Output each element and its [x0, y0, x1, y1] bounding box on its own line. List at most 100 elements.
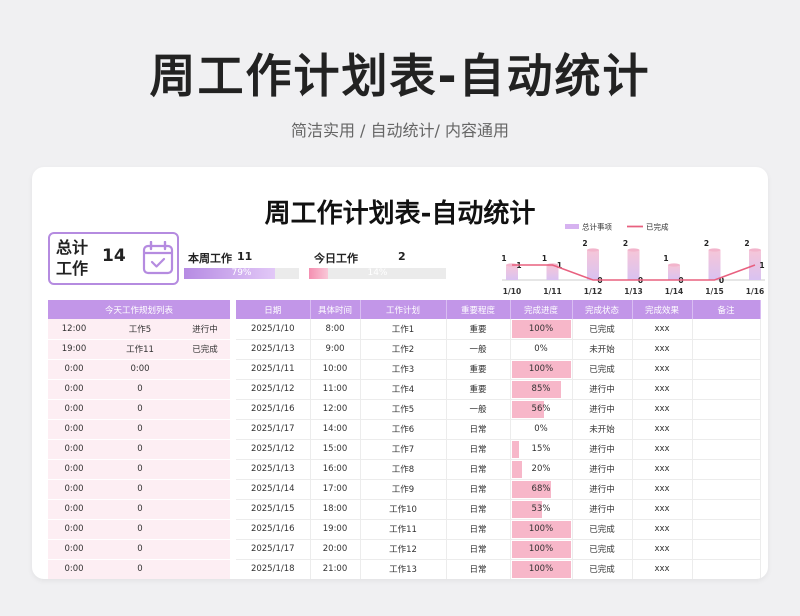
chart-tick-label: 1/10 [503, 287, 521, 296]
effect-cell: xxx [632, 359, 693, 380]
progress-cell: 0% [510, 419, 573, 440]
chart-bar-label: 1 [501, 254, 506, 263]
effect-cell: xxx [632, 399, 693, 420]
chart-line-label: 1 [759, 261, 764, 270]
chart-tick-label: 1/12 [584, 287, 602, 296]
progress-cell: 56% [510, 399, 573, 420]
effect-cell: xxx [632, 339, 693, 360]
date-cell: 2025/1/16 [236, 399, 311, 420]
note-cell [692, 479, 761, 500]
plan-column-header: 具体时间 [310, 300, 361, 319]
effect-cell: xxx [632, 319, 693, 340]
status-cell: 进行中 [572, 479, 633, 500]
task-cell: 工作2 [360, 339, 447, 360]
progress-value: 100% [528, 323, 554, 334]
total-work-label: 总计工作 [56, 238, 89, 278]
today-time-cell: 19:00 [48, 339, 100, 360]
status-cell: 进行中 [572, 499, 633, 520]
effect-cell: xxx [632, 459, 693, 480]
plan-column-header: 重要程度 [446, 300, 511, 319]
chart-tick-label: 1/16 [746, 287, 764, 296]
progress-cell: 85% [510, 379, 573, 400]
plan-row: 2025/1/13 9:00 工作2 一般 0% 未开始 xxx [236, 339, 761, 360]
today-task-cell: 0:00 [100, 359, 180, 380]
note-cell [692, 359, 761, 380]
hero-subtitle: 简洁实用 / 自动统计/ 内容通用 [290, 121, 510, 140]
today-status-cell [180, 559, 230, 579]
status-cell: 已完成 [572, 319, 633, 340]
plan-column-header: 日期 [236, 300, 311, 319]
time-cell: 8:00 [310, 319, 361, 340]
effect-cell: xxx [632, 379, 693, 400]
chart-bar-cap [708, 248, 721, 252]
status-cell: 已完成 [572, 519, 633, 540]
progress-value: 0% [534, 344, 548, 354]
task-cell: 工作10 [360, 499, 447, 520]
chart-bar-label: 2 [623, 239, 628, 248]
time-cell: 21:00 [310, 559, 361, 579]
date-cell: 2025/1/18 [236, 559, 311, 579]
today-plan-row: 0:00 0 [48, 479, 230, 500]
task-cell: 工作13 [360, 559, 447, 579]
today-status-cell [180, 479, 230, 500]
plan-row: 2025/1/15 18:00 工作10 日常 53% 进行中 xxx [236, 499, 761, 520]
plan-row: 2025/1/12 15:00 工作7 日常 15% 进行中 xxx [236, 439, 761, 460]
status-cell: 未开始 [572, 419, 633, 440]
chart-bar-label: 1 [542, 254, 547, 263]
note-cell [692, 339, 761, 360]
time-cell: 11:00 [310, 379, 361, 400]
today-plan-row: 0:00 0 [48, 379, 230, 400]
importance-cell: 重要 [446, 319, 511, 340]
progress-cell: 100% [510, 319, 573, 340]
today-status-cell [180, 379, 230, 400]
effect-cell: xxx [632, 539, 693, 560]
time-cell: 19:00 [310, 519, 361, 540]
plan-row: 2025/1/13 16:00 工作8 日常 20% 进行中 xxx [236, 459, 761, 480]
time-cell: 20:00 [310, 539, 361, 560]
progress-value: 100% [528, 544, 554, 554]
today-task-cell: 0 [100, 539, 180, 560]
date-cell: 2025/1/13 [236, 339, 311, 360]
today-time-cell: 0:00 [48, 539, 100, 560]
today-plan-row: 0:00 0 [48, 539, 230, 560]
today-plan-row: 0:00 0 [48, 419, 230, 440]
today-task-cell: 0 [100, 519, 180, 540]
note-cell [692, 539, 761, 560]
today-time-cell: 0:00 [48, 399, 100, 420]
task-cell: 工作4 [360, 379, 447, 400]
note-cell [692, 319, 761, 340]
importance-cell: 日常 [446, 439, 511, 460]
today-task-cell: 0 [100, 379, 180, 400]
plan-column-header: 完成状态 [572, 300, 633, 319]
today-time-cell: 0:00 [48, 459, 100, 480]
progress-cell: 100% [510, 519, 573, 540]
task-cell: 工作1 [360, 319, 447, 340]
importance-cell: 一般 [446, 339, 511, 360]
week-progress-bar: 79% [184, 268, 299, 279]
today-status-cell: 进行中 [180, 319, 230, 340]
time-cell: 10:00 [310, 359, 361, 380]
today-plan-row: 0:00 0 [48, 439, 230, 460]
status-cell: 进行中 [572, 439, 633, 460]
effect-cell: xxx [632, 439, 693, 460]
note-cell [692, 559, 761, 579]
task-cell: 工作12 [360, 539, 447, 560]
today-time-cell: 12:00 [48, 319, 100, 340]
time-cell: 16:00 [310, 459, 361, 480]
plan-column-header: 完成效果 [632, 300, 693, 319]
status-cell: 未开始 [572, 339, 633, 360]
date-cell: 2025/1/12 [236, 379, 311, 400]
status-cell: 已完成 [572, 359, 633, 380]
today-status-cell [180, 419, 230, 440]
progress-value: 68% [531, 484, 551, 494]
today-progress-text: 14% [367, 268, 388, 278]
importance-cell: 重要 [446, 359, 511, 380]
plan-row: 2025/1/17 20:00 工作12 日常 100% 已完成 xxx [236, 539, 761, 560]
progress-bar-fill [511, 440, 519, 458]
week-work-label: 本周工作 [188, 252, 232, 265]
importance-cell: 日常 [446, 519, 511, 540]
today-plan-row: 0:00 0 [48, 399, 230, 420]
today-time-cell: 0:00 [48, 419, 100, 440]
chart-bar-cap [668, 263, 680, 267]
date-cell: 2025/1/11 [236, 359, 311, 380]
